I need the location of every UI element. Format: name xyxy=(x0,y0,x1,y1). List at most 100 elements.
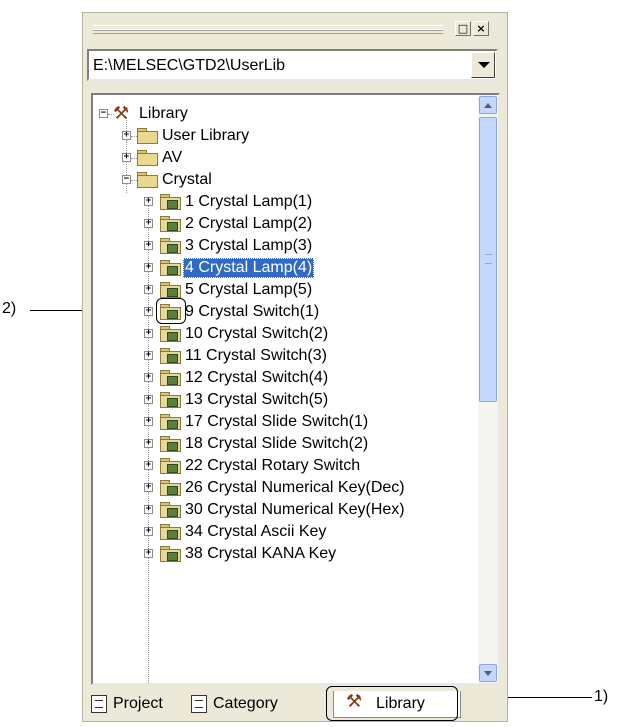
tree-folder-av[interactable]: + AV xyxy=(93,147,476,169)
category-icon xyxy=(191,695,207,713)
part-icon xyxy=(167,442,178,451)
part-folder-icon xyxy=(160,260,181,276)
expand-icon[interactable]: + xyxy=(144,329,153,338)
collapse-icon[interactable]: − xyxy=(122,175,131,184)
tree-item-label: 30 Crystal Numerical Key(Hex) xyxy=(185,501,405,518)
part-icon xyxy=(167,266,178,275)
part-icon xyxy=(167,552,178,561)
tree-item[interactable]: +30 Crystal Numerical Key(Hex) xyxy=(93,499,476,521)
folder-icon xyxy=(137,128,158,144)
tree-item[interactable]: +11 Crystal Switch(3) xyxy=(93,345,476,367)
tree-item-label: 5 Crystal Lamp(5) xyxy=(185,281,313,298)
part-folder-icon xyxy=(160,502,181,518)
expand-icon[interactable]: + xyxy=(144,417,153,426)
tree-item[interactable]: +38 Crystal KANA Key xyxy=(93,543,476,565)
part-folder-icon xyxy=(160,458,181,474)
collapse-icon[interactable]: − xyxy=(99,109,108,118)
expand-icon[interactable]: + xyxy=(144,439,153,448)
tab-project[interactable]: Project xyxy=(89,691,187,717)
expand-icon[interactable]: + xyxy=(144,241,153,250)
restore-button[interactable]: □ xyxy=(455,21,471,36)
tree-item[interactable]: +9 Crystal Switch(1) xyxy=(93,301,476,323)
panel-grip[interactable] xyxy=(93,25,443,34)
part-folder-icon xyxy=(160,392,181,408)
expand-icon[interactable]: + xyxy=(122,153,131,162)
tree-item-label: 3 Crystal Lamp(3) xyxy=(185,237,313,254)
part-folder-icon xyxy=(160,216,181,232)
expand-icon[interactable]: + xyxy=(144,505,153,514)
part-icon xyxy=(167,222,178,231)
library-panel: □ × E:\MELSEC\GTD2\UserLib − ⚒ Library +… xyxy=(82,12,508,722)
tree-item-label: 9 Crystal Switch(1) xyxy=(185,303,320,320)
expand-icon[interactable]: + xyxy=(144,263,153,272)
tree-item-label: 11 Crystal Switch(3) xyxy=(185,347,327,364)
expand-icon[interactable]: + xyxy=(144,307,153,316)
tree-item[interactable]: +12 Crystal Switch(4) xyxy=(93,367,476,389)
tree-root-label: Library xyxy=(139,105,188,122)
expand-icon[interactable]: + xyxy=(144,549,153,558)
folder-icon xyxy=(137,150,158,166)
part-folder-icon xyxy=(160,348,181,364)
tree-item[interactable]: +5 Crystal Lamp(5) xyxy=(93,279,476,301)
part-icon xyxy=(167,420,178,429)
close-button[interactable]: × xyxy=(473,21,489,36)
part-icon xyxy=(167,464,178,473)
tree-item[interactable]: +2 Crystal Lamp(2) xyxy=(93,213,476,235)
tree-root[interactable]: − ⚒ Library xyxy=(93,103,476,125)
tree-item[interactable]: +17 Crystal Slide Switch(1) xyxy=(93,411,476,433)
tree-scrollbar[interactable] xyxy=(478,95,498,683)
scroll-up-icon[interactable] xyxy=(479,96,497,114)
library-tools-icon: ⚒ xyxy=(113,103,130,124)
scroll-thumb[interactable] xyxy=(479,117,497,402)
tree-folder-user-library[interactable]: + User Library xyxy=(93,125,476,147)
expand-icon[interactable]: + xyxy=(144,461,153,470)
tree-item-label: 12 Crystal Switch(4) xyxy=(185,369,329,386)
scroll-down-icon[interactable] xyxy=(479,664,497,682)
tree-item[interactable]: +13 Crystal Switch(5) xyxy=(93,389,476,411)
annotation-1-box xyxy=(326,686,458,721)
part-folder-icon xyxy=(160,546,181,562)
tree-item-label: 1 Crystal Lamp(1) xyxy=(185,193,313,210)
tree-item-label: 4 Crystal Lamp(4) xyxy=(183,258,315,278)
tree-item[interactable]: +1 Crystal Lamp(1) xyxy=(93,191,476,213)
tree-item[interactable]: +26 Crystal Numerical Key(Dec) xyxy=(93,477,476,499)
expand-icon[interactable]: + xyxy=(144,527,153,536)
expand-icon[interactable]: + xyxy=(144,351,153,360)
expand-icon[interactable]: + xyxy=(122,131,131,140)
library-path-combo[interactable]: E:\MELSEC\GTD2\UserLib xyxy=(87,49,498,81)
tab-category[interactable]: Category xyxy=(189,691,299,717)
part-icon xyxy=(167,398,178,407)
part-folder-icon xyxy=(160,414,181,430)
tree-folder-crystal[interactable]: − Crystal xyxy=(93,169,476,191)
part-icon xyxy=(167,530,178,539)
tree-item[interactable]: +3 Crystal Lamp(3) xyxy=(93,235,476,257)
tree-item[interactable]: +10 Crystal Switch(2) xyxy=(93,323,476,345)
tree-item[interactable]: +18 Crystal Slide Switch(2) xyxy=(93,433,476,455)
tree-item-label: 17 Crystal Slide Switch(1) xyxy=(185,413,369,430)
folder-open-icon xyxy=(137,172,158,188)
tree-item[interactable]: +22 Crystal Rotary Switch xyxy=(93,455,476,477)
expand-icon[interactable]: + xyxy=(144,285,153,294)
expand-icon[interactable]: + xyxy=(144,373,153,382)
part-icon xyxy=(167,310,178,319)
expand-icon[interactable]: + xyxy=(144,219,153,228)
annotation-1-label: 1) xyxy=(594,688,609,705)
tree-item[interactable]: +34 Crystal Ascii Key xyxy=(93,521,476,543)
part-folder-icon xyxy=(160,480,181,496)
tree-item-label: 34 Crystal Ascii Key xyxy=(185,523,327,540)
tree-item-label: 26 Crystal Numerical Key(Dec) xyxy=(185,479,405,496)
tree-item-label: 2 Crystal Lamp(2) xyxy=(185,215,313,232)
expand-icon[interactable]: + xyxy=(144,395,153,404)
tab-category-label: Category xyxy=(213,695,278,712)
part-folder-icon xyxy=(160,282,181,298)
tree-item-selected[interactable]: +4 Crystal Lamp(4) xyxy=(93,257,476,279)
library-tree[interactable]: − ⚒ Library + User Library + AV − Crysta… xyxy=(91,93,500,685)
tab-project-label: Project xyxy=(113,695,163,712)
part-icon xyxy=(167,244,178,253)
part-icon xyxy=(167,508,178,517)
expand-icon[interactable]: + xyxy=(144,483,153,492)
expand-icon[interactable]: + xyxy=(144,197,153,206)
part-folder-icon xyxy=(160,326,181,342)
dropdown-arrow-icon[interactable] xyxy=(471,52,495,78)
tree-item-label: 22 Crystal Rotary Switch xyxy=(185,457,361,474)
